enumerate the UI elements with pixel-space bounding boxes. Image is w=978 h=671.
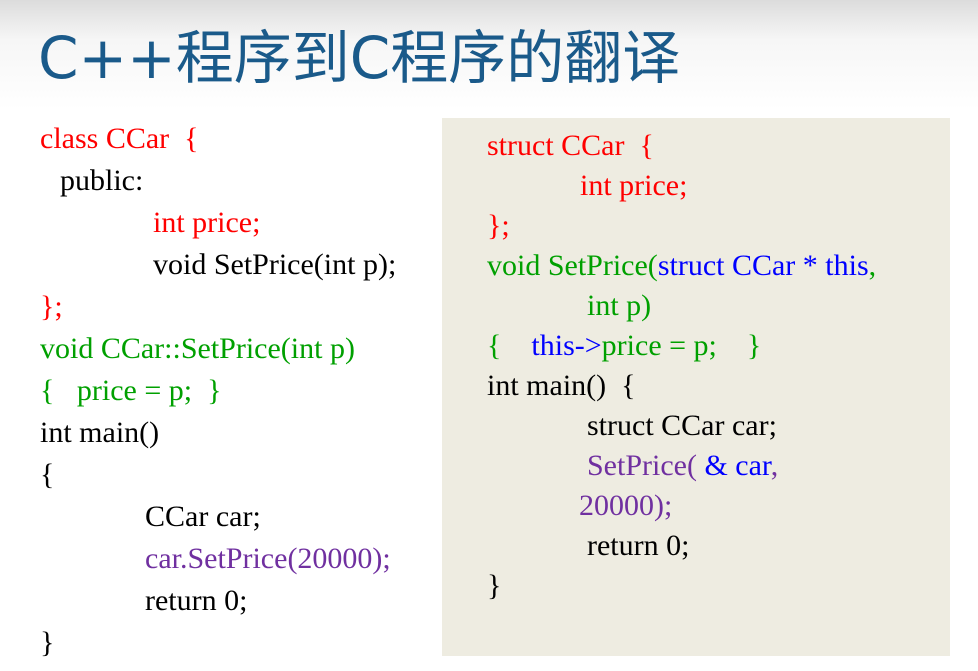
code-token: {: [487, 329, 532, 362]
code-line: void SetPrice(int p);: [153, 248, 397, 281]
code-line: {: [40, 458, 55, 491]
code-line: int price;: [153, 206, 261, 239]
code-line: }: [487, 569, 502, 602]
slide-title: C++程序到C程序的翻译: [38, 24, 681, 92]
code-token: ,: [770, 449, 779, 482]
code-line: return 0;: [145, 584, 248, 617]
c-code-block: struct CCar { int price; }; void SetPric…: [487, 126, 876, 606]
code-token: this->: [531, 329, 602, 362]
code-line: SetPrice( & car,: [487, 446, 876, 486]
code-line: 20000);: [579, 489, 673, 522]
code-line: { this->price = p; }: [487, 326, 876, 366]
code-line: };: [40, 290, 63, 323]
code-token: price = p; }: [601, 329, 762, 362]
code-line: int p): [587, 289, 652, 322]
code-line: car.SetPrice(20000);: [145, 542, 391, 575]
code-line: }: [40, 626, 55, 659]
code-token: SetPrice(: [587, 449, 705, 482]
code-token: ,: [868, 249, 877, 282]
code-line: void CCar::SetPrice(int p): [40, 332, 355, 365]
code-token: void SetPrice(: [487, 249, 658, 282]
code-line: return 0;: [587, 529, 690, 562]
code-line: struct CCar car;: [587, 409, 777, 442]
code-line: class CCar {: [40, 122, 199, 155]
code-line: int price;: [580, 169, 688, 202]
code-token: & car: [704, 449, 771, 482]
cpp-code-block: class CCar { public: int price; void Set…: [40, 118, 396, 664]
code-line: void SetPrice(struct CCar * this,: [487, 246, 876, 286]
code-line: CCar car;: [145, 500, 261, 533]
code-token: struct CCar * this: [657, 249, 869, 282]
slide: C++程序到C程序的翻译 class CCar { public: int pr…: [0, 0, 978, 671]
code-line: };: [487, 209, 510, 242]
code-line: struct CCar {: [487, 129, 654, 162]
code-line: int main() {: [487, 369, 636, 402]
code-line: { price = p; }: [40, 374, 222, 407]
code-line: public:: [60, 164, 144, 197]
code-line: int main(): [40, 416, 160, 449]
